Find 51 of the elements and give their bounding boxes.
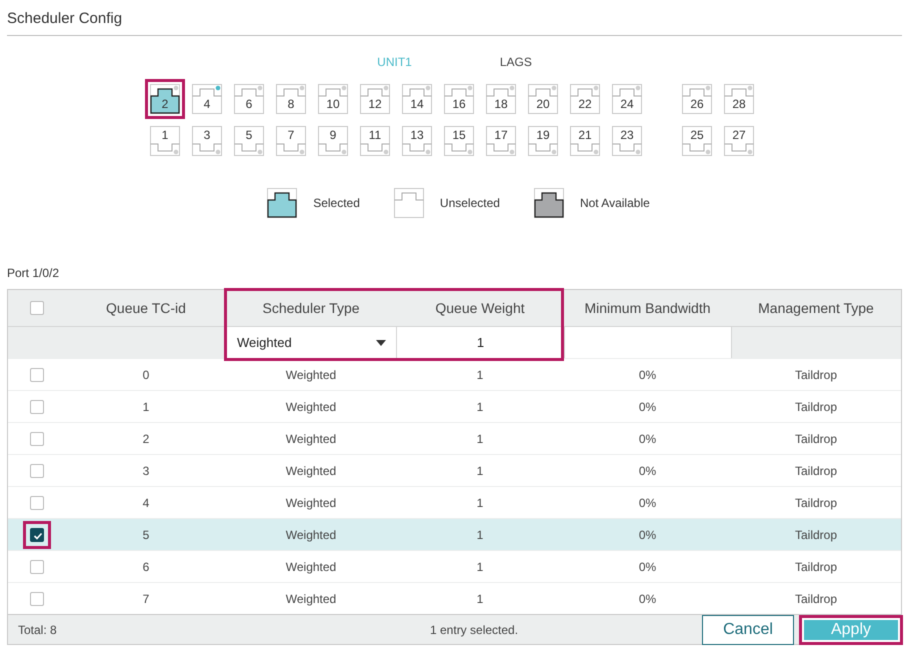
port-unavailable-icon [534,188,564,218]
column-header: Queue TC-id [66,290,226,326]
table-cell: 1 [396,358,564,390]
port-caption: Port 1/0/2 [7,266,60,280]
column-header: Minimum Bandwidth [564,290,731,326]
column-header: Management Type [731,290,901,326]
selection-note: 1 entry selected. [430,622,518,636]
table-cell: Taildrop [731,390,901,422]
table-cell: Weighted [226,422,396,454]
table-cell: 0% [564,422,731,454]
queue-weight-field[interactable]: 1 [396,326,564,358]
table-cell: 1 [396,390,564,422]
table-cell: Taildrop [731,550,901,582]
table-cell: Weighted [226,390,396,422]
table-cell: 5 [66,518,226,550]
table-cell: 2 [66,422,226,454]
unit-tab[interactable]: LAGS [500,55,532,69]
table-cell: 1 [66,390,226,422]
table-cell: Weighted [226,358,396,390]
table-cell: Weighted [226,550,396,582]
table-cell: 0 [66,358,226,390]
table-cell: 3 [66,454,226,486]
checkbox[interactable] [23,520,51,548]
caret-icon [376,340,386,346]
port-selected-icon [267,188,298,218]
table-cell: 0% [564,390,731,422]
legend-label: Not Available [580,196,650,210]
table-cell: 1 [396,550,564,582]
table-cell: 0% [564,454,731,486]
table-cell: Taildrop [731,518,901,550]
column-header: Scheduler Type [226,290,396,326]
port-button[interactable]: 2 [145,79,185,119]
table-cell: Weighted [226,454,396,486]
cancel-button[interactable]: Cancel [702,614,794,644]
page-title: Scheduler Config [7,0,902,36]
table-cell: 1 [396,422,564,454]
table-cell: 0% [564,550,731,582]
legend-label: Unselected [440,196,500,210]
table-cell: Taildrop [731,358,901,390]
table-cell: 0% [564,358,731,390]
table-cell: Taildrop [731,454,901,486]
table-cell: 0% [564,518,731,550]
table-cell: Taildrop [731,422,901,454]
table-cell: Weighted [226,518,396,550]
table-cell: 1 [396,518,564,550]
legend-label: Selected [313,196,360,210]
port-unselected-icon [394,188,424,218]
total-count: Total: 8 [18,622,57,636]
table-cell: 6 [66,550,226,582]
column-header: Queue Weight [396,290,564,326]
table-cell: 1 [396,454,564,486]
